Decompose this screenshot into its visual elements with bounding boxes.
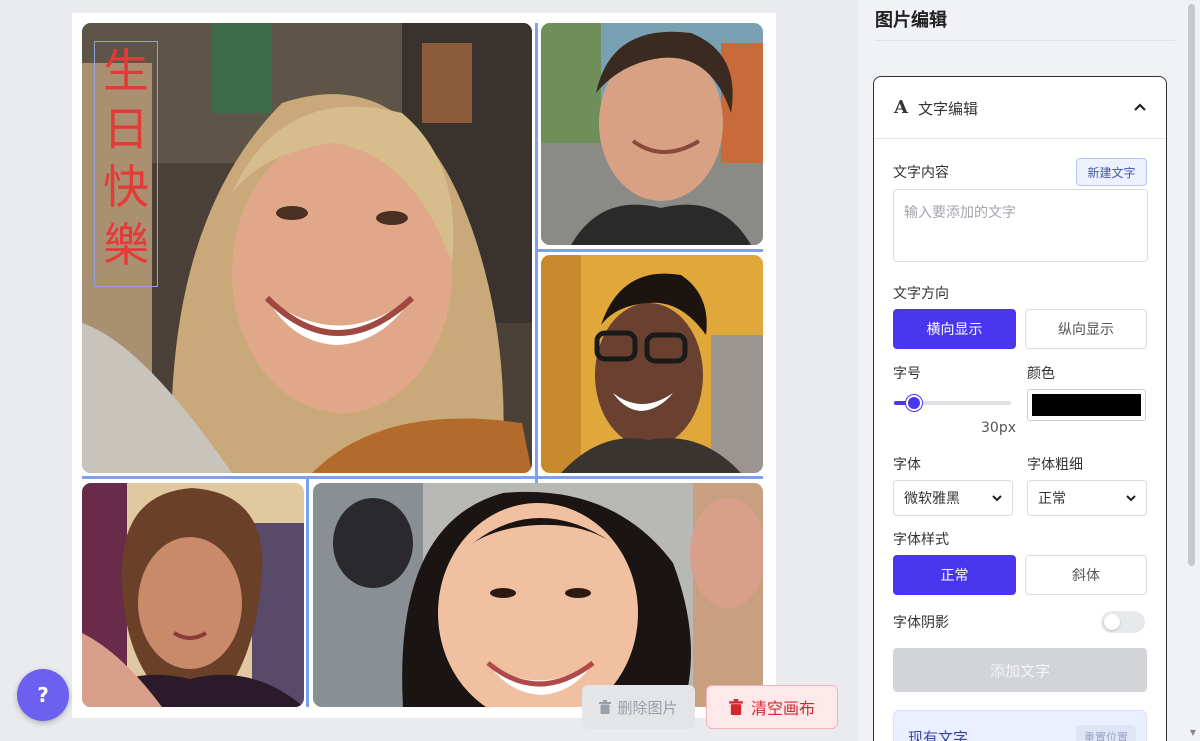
collage-photo-3[interactable] [541, 255, 763, 473]
font-style-label: 字体样式 [893, 532, 949, 548]
help-label: ? [37, 683, 49, 707]
style-italic-button[interactable]: 斜体 [1025, 555, 1147, 595]
clear-canvas-button[interactable]: 清空画布 [706, 685, 838, 729]
overlay-char: 日 [103, 102, 149, 156]
chevron-down-icon [1126, 495, 1136, 502]
font-weight-select[interactable]: 正常 [1027, 480, 1147, 516]
add-text-button[interactable]: 添加文字 [893, 648, 1147, 692]
guide-line-vertical [535, 23, 538, 483]
guide-line-horizontal [82, 476, 763, 479]
divider [875, 40, 1175, 41]
chevron-down-icon [992, 495, 1002, 502]
style-normal-button[interactable]: 正常 [893, 555, 1016, 595]
collage-photo-4[interactable] [82, 483, 304, 707]
text-edit-card: A 文字编辑 文字内容 新建文字 文字方向 横向显示 纵向显示 字号 30px … [873, 76, 1167, 741]
scroll-down-icon[interactable]: ▼ [1190, 728, 1196, 737]
text-format-icon: A [894, 97, 908, 118]
font-size-slider-handle[interactable] [905, 395, 922, 411]
font-family-select[interactable]: 微软雅黑 [893, 480, 1013, 516]
toggle-knob [1104, 614, 1120, 630]
new-text-button[interactable]: 新建文字 [1076, 158, 1147, 186]
font-family-label: 字体 [893, 457, 921, 473]
direction-vertical-button[interactable]: 纵向显示 [1025, 309, 1147, 349]
text-edit-header[interactable]: A 文字编辑 [874, 77, 1166, 139]
font-weight-value: 正常 [1038, 491, 1066, 507]
text-content-input[interactable] [893, 189, 1148, 262]
trash-icon [599, 700, 612, 714]
font-family-value: 微软雅黑 [904, 491, 960, 507]
panel-title: 图片编辑 [875, 10, 947, 31]
existing-text-section: 现有文字 重置位置 [893, 710, 1147, 741]
existing-text-title: 现有文字 [908, 729, 969, 741]
font-shadow-toggle[interactable] [1101, 611, 1145, 633]
reset-position-button[interactable]: 重置位置 [1076, 725, 1136, 741]
editor-panel: 图片编辑 A 文字编辑 文字内容 新建文字 文字方向 横向显示 纵向显示 字号 … [858, 0, 1200, 741]
direction-horizontal-button[interactable]: 横向显示 [893, 309, 1016, 349]
collage-canvas[interactable]: 生 日 快 樂 [72, 13, 776, 718]
text-content-label: 文字内容 [893, 165, 949, 181]
collage-photo-5[interactable] [313, 483, 763, 707]
clear-canvas-label: 清空画布 [750, 699, 815, 718]
chevron-up-icon[interactable] [1132, 99, 1148, 115]
collage-photo-2[interactable] [541, 23, 763, 245]
delete-image-button[interactable]: 删除图片 [582, 685, 695, 729]
color-label: 颜色 [1027, 366, 1055, 382]
trash-icon [729, 699, 743, 715]
font-weight-label: 字体粗细 [1027, 457, 1083, 473]
panel-scrollbar[interactable] [1188, 4, 1195, 566]
canvas-text-overlay[interactable]: 生 日 快 樂 [94, 41, 158, 287]
text-direction-label: 文字方向 [893, 286, 949, 302]
font-size-value: 30px [981, 420, 1016, 436]
color-swatch [1032, 394, 1141, 416]
overlay-char: 樂 [103, 218, 149, 272]
canvas-area: 生 日 快 樂 ? 删除图片 清空画布 [0, 0, 858, 741]
overlay-char: 生 [103, 44, 149, 98]
font-size-label: 字号 [893, 366, 921, 382]
color-picker[interactable] [1027, 389, 1146, 421]
delete-image-label: 删除图片 [617, 698, 678, 717]
overlay-char: 快 [103, 160, 149, 214]
guide-line-horizontal [535, 249, 763, 252]
font-shadow-label: 字体阴影 [893, 615, 949, 631]
help-button[interactable]: ? [17, 669, 69, 721]
text-edit-title: 文字编辑 [918, 100, 979, 118]
guide-line-vertical [306, 476, 309, 707]
